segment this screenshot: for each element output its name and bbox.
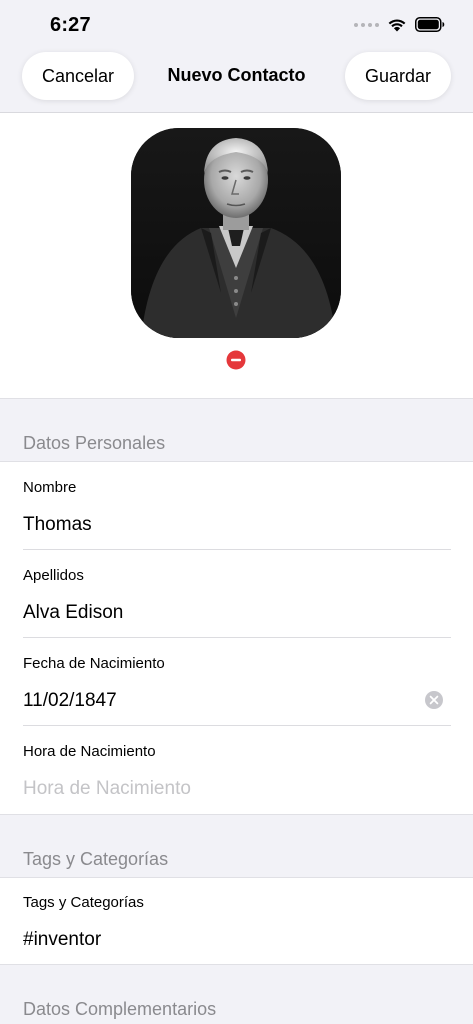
navigation-bar: Cancelar Nuevo Contacto Guardar bbox=[0, 52, 473, 113]
hora-nacimiento-field[interactable]: Hora de Nacimiento Hora de Nacimiento bbox=[0, 726, 473, 814]
status-icons bbox=[354, 17, 445, 32]
wifi-icon bbox=[388, 19, 406, 32]
clear-field-icon[interactable] bbox=[424, 690, 444, 710]
save-button[interactable]: Guardar bbox=[345, 52, 451, 100]
section-header-extra: Datos Complementarios bbox=[23, 999, 217, 1019]
contact-photo[interactable] bbox=[131, 128, 341, 338]
cellular-signal-icon bbox=[354, 22, 379, 27]
nombre-label: Nombre bbox=[23, 479, 77, 496]
nombre-input[interactable]: Thomas bbox=[23, 514, 92, 536]
fecha-nacimiento-field[interactable]: Fecha de Nacimiento 11/02/1847 bbox=[0, 638, 473, 726]
personal-data-group: Nombre Thomas Apellidos Alva Edison Fech… bbox=[0, 461, 473, 815]
fecha-nacimiento-input[interactable]: 11/02/1847 bbox=[23, 690, 117, 712]
status-time: 6:27 bbox=[50, 14, 91, 36]
apellidos-field[interactable]: Apellidos Alva Edison bbox=[0, 550, 473, 638]
photo-section bbox=[0, 113, 473, 399]
nombre-field[interactable]: Nombre Thomas bbox=[0, 462, 473, 550]
tags-group: Tags y Categorías #inventor bbox=[0, 877, 473, 965]
tags-field[interactable]: Tags y Categorías #inventor bbox=[0, 878, 473, 966]
section-header-tags: Tags y Categorías bbox=[23, 849, 169, 869]
tags-input[interactable]: #inventor bbox=[23, 929, 101, 951]
remove-photo-icon[interactable] bbox=[226, 350, 246, 370]
tags-label: Tags y Categorías bbox=[23, 894, 144, 911]
contact-portrait-image bbox=[131, 128, 341, 338]
hora-nacimiento-input[interactable]: Hora de Nacimiento bbox=[23, 778, 191, 800]
hora-nacimiento-label: Hora de Nacimiento bbox=[23, 743, 156, 760]
section-header-personal: Datos Personales bbox=[23, 433, 166, 453]
apellidos-input[interactable]: Alva Edison bbox=[23, 602, 123, 624]
status-bar: 6:27 bbox=[0, 0, 473, 52]
apellidos-label: Apellidos bbox=[23, 567, 84, 584]
battery-icon bbox=[415, 17, 445, 32]
fecha-nacimiento-label: Fecha de Nacimiento bbox=[23, 655, 165, 672]
